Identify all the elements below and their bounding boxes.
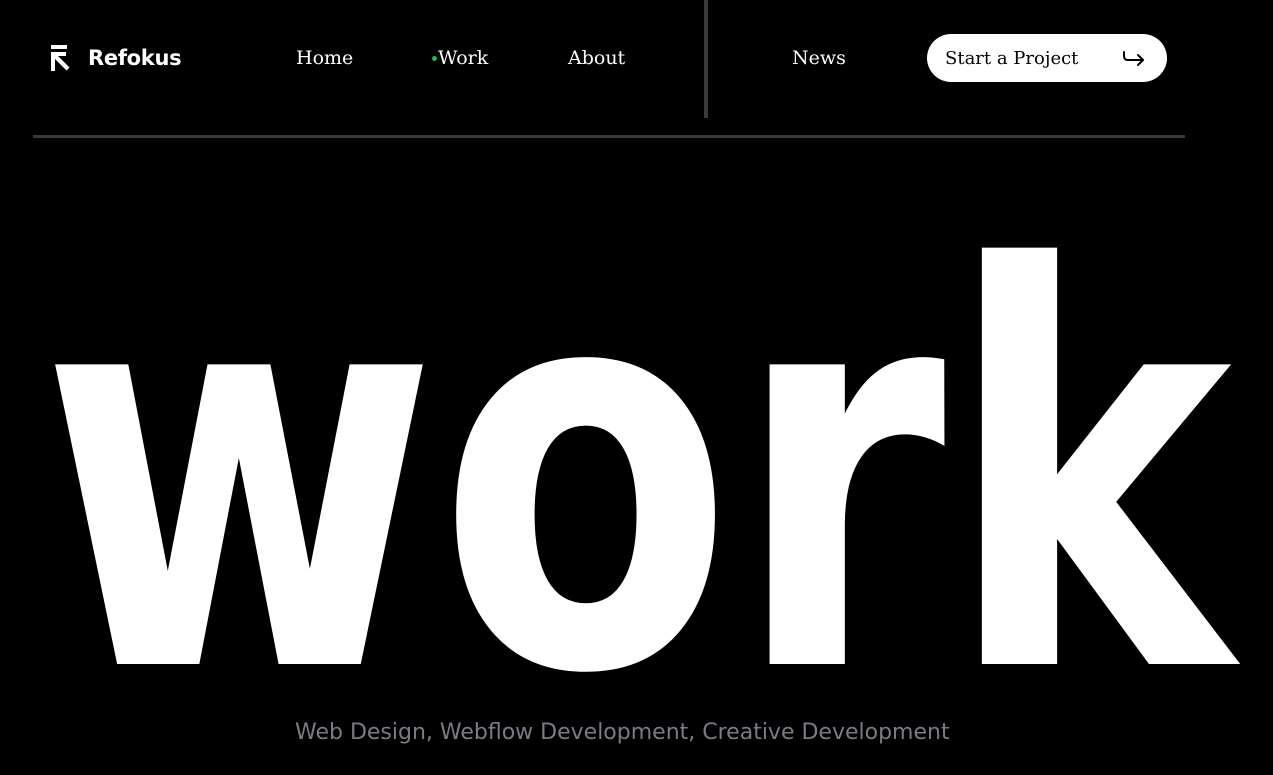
hero-title: work [0, 170, 1273, 680]
nav-work-label: Work [438, 47, 489, 69]
nav-news-link[interactable]: News [792, 46, 846, 70]
hero-title-svg: work [40, 170, 1242, 680]
return-arrow-icon [1123, 51, 1144, 66]
logo-wordmark: Refokus [88, 46, 182, 70]
nav-about-link[interactable]: About [568, 46, 625, 70]
hero-subtitle: Web Design, Webflow Development, Creativ… [295, 720, 950, 745]
start-project-button[interactable]: Start a Project [927, 34, 1167, 82]
nav-divider [704, 0, 708, 118]
page: Refokus Home Work About News Start a Pro… [0, 0, 1273, 775]
hero-title-text: work [40, 170, 1242, 680]
header-divider-line [33, 135, 1185, 138]
logo-link[interactable]: Refokus [49, 44, 182, 72]
nav-home-link[interactable]: Home [296, 46, 353, 70]
refokus-arrow-icon [51, 45, 70, 71]
active-indicator-dot [432, 56, 437, 61]
nav-work-link[interactable]: Work [432, 46, 489, 70]
start-project-label: Start a Project [945, 47, 1079, 69]
